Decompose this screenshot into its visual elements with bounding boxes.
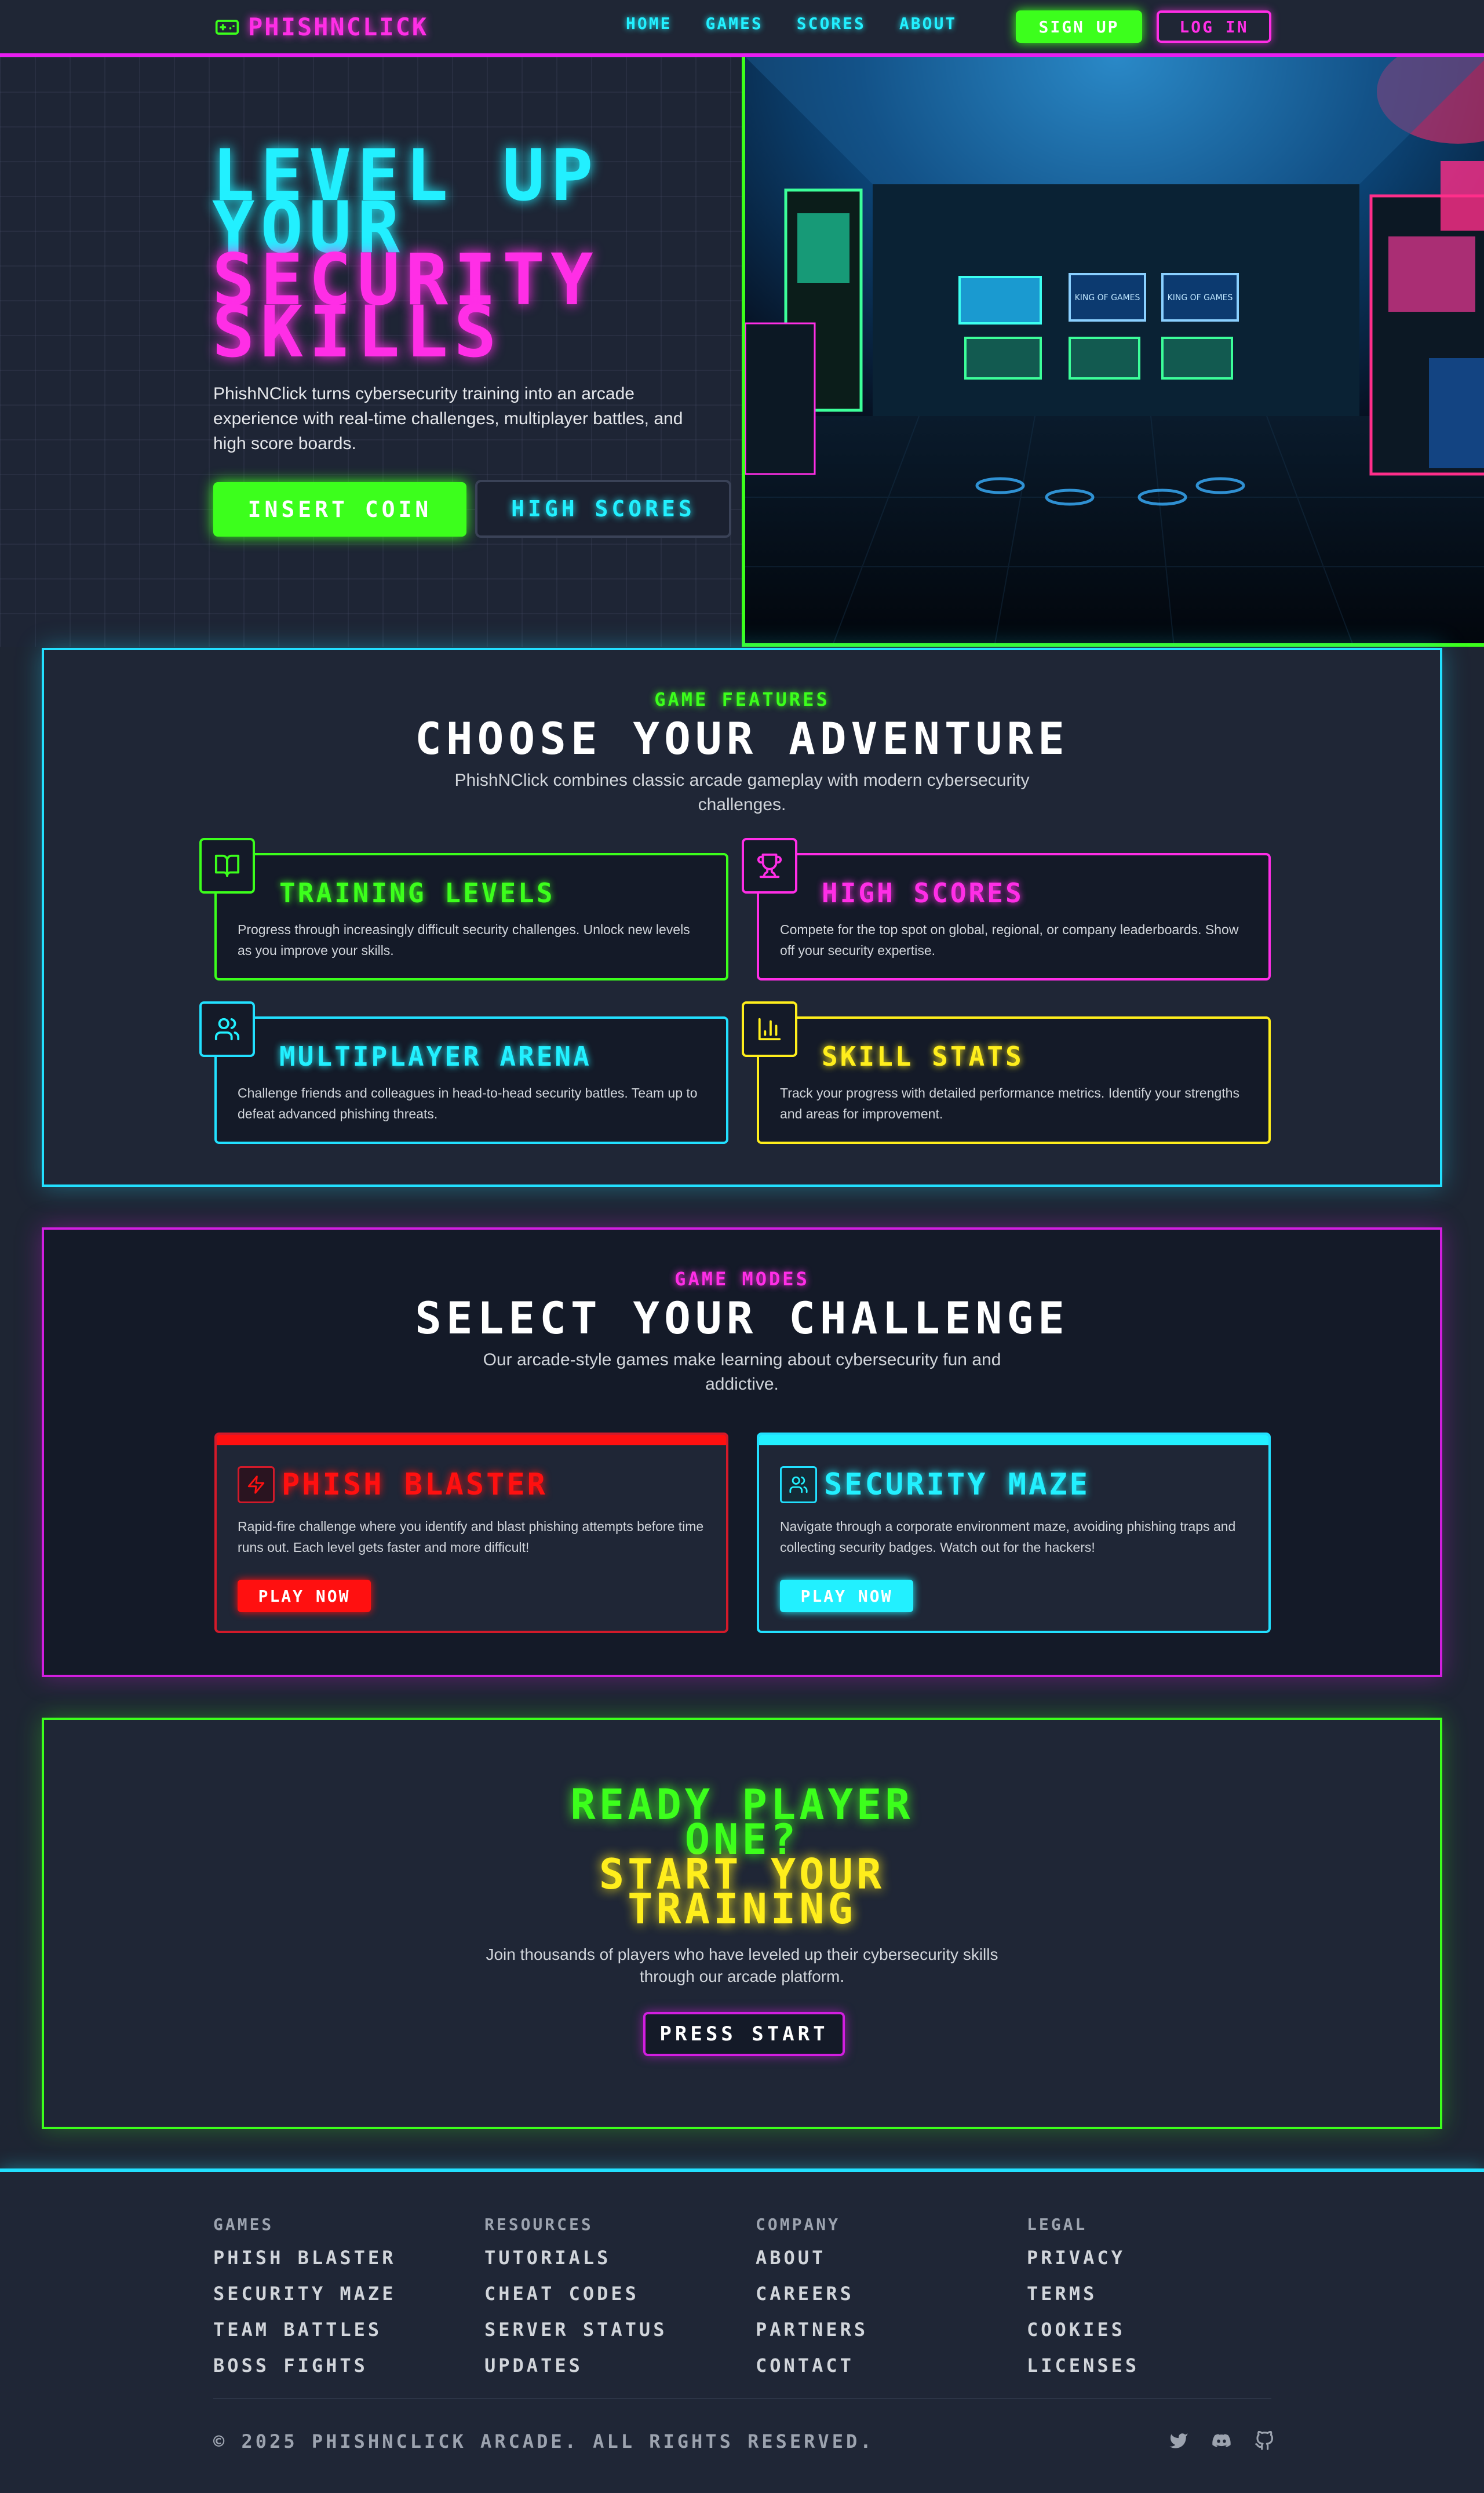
sign-up-button[interactable]: SIGN UP [1016, 10, 1142, 43]
feature-card-text: Challenge friends and colleagues in head… [238, 1085, 698, 1121]
nav-links: HOME GAMES SCORES ABOUT [626, 14, 990, 33]
arcade-room-illustration: KING OF GAMES KING OF GAMES [745, 57, 1484, 643]
log-in-button[interactable]: LOG IN [1157, 10, 1271, 43]
feature-card-skill-stats[interactable]: SKILL STATS Track your progress with det… [742, 1001, 1271, 1144]
cta-title-line: TRAINING [628, 1885, 856, 1933]
discord-icon[interactable] [1210, 2429, 1233, 2452]
game-text: Navigate through a corporate environment… [780, 1519, 1236, 1555]
feature-card-training[interactable]: TRAINING LEVELS Progress through increas… [199, 838, 728, 981]
cta-section: READY PLAYER ONE? START YOUR TRAINING Jo… [42, 1718, 1442, 2129]
feature-card-icon-wrap [199, 838, 255, 894]
footer-link[interactable]: PARTNERS [756, 2319, 868, 2341]
game-card-accent-bar [759, 1435, 1268, 1445]
footer-link[interactable]: SERVER STATUS [484, 2319, 667, 2341]
game-title: SECURITY MAZE [824, 1467, 1090, 1502]
feature-card-title: MULTIPLAYER ARENA [279, 1041, 592, 1072]
footer-heading: LEGAL [1027, 2215, 1088, 2234]
footer-column-games: GAMES PHISH BLASTER SECURITY MAZE TEAM B… [213, 2215, 396, 2390]
users-icon [214, 1018, 240, 1041]
github-icon[interactable] [1253, 2429, 1276, 2452]
users-icon [789, 1476, 808, 1493]
footer-link[interactable]: TEAM BATTLES [213, 2319, 396, 2341]
play-now-button[interactable]: PLAY NOW [780, 1580, 913, 1612]
footer-column-resources: RESOURCES TUTORIALS CHEAT CODES SERVER S… [484, 2215, 667, 2390]
footer-link[interactable]: COOKIES [1027, 2319, 1139, 2341]
lightning-icon [247, 1475, 265, 1494]
logo-text: PhishNClick [248, 13, 429, 41]
modes-eyebrow: GAME MODES [674, 1268, 810, 1290]
footer-link[interactable]: BOSS FIGHTS [213, 2354, 396, 2377]
footer-divider [213, 2398, 1271, 2399]
footer-link[interactable]: TERMS [1027, 2283, 1139, 2305]
modes-title: SELECT YOUR CHALLENGE [415, 1292, 1069, 1344]
hero-description: PhishNClick turns cybersecurity training… [213, 384, 683, 453]
feature-card-text: Compete for the top spot on global, regi… [780, 922, 1239, 958]
feature-card-text: Track your progress with detailed perfor… [780, 1085, 1239, 1121]
footer-link[interactable]: TUTORIALS [484, 2247, 667, 2269]
hero-title-line: SKILLS [212, 291, 502, 373]
feature-card-title: HIGH SCORES [822, 877, 1024, 909]
screen-label: KING OF GAMES [1168, 293, 1233, 302]
footer-heading: GAMES [213, 2215, 274, 2234]
twitter-icon[interactable] [1167, 2429, 1190, 2452]
insert-coin-button[interactable]: INSERT COIN [213, 482, 466, 537]
arcade-room-image: KING OF GAMES KING OF GAMES [742, 57, 1484, 647]
gamepad-icon [215, 19, 239, 35]
feature-card-icon-wrap [742, 838, 797, 894]
logo[interactable]: PhishNClick [214, 13, 428, 41]
copyright: © 2025 PHISHNCLICK ARCADE. ALL RIGHTS RE… [213, 2430, 874, 2452]
feature-card-title: SKILL STATS [822, 1041, 1024, 1072]
cta-description: Join thousands of players who have level… [486, 1945, 998, 1985]
footer-link[interactable]: LICENSES [1027, 2354, 1139, 2377]
feature-card-icon-wrap [742, 1001, 797, 1057]
feature-card-high-scores[interactable]: HIGH SCORES Compete for the top spot on … [742, 838, 1271, 981]
feature-card-title: TRAINING LEVELS [279, 877, 555, 909]
game-icon-wrap [238, 1466, 275, 1503]
high-scores-button[interactable]: HIGH SCORES [475, 480, 731, 538]
footer-heading: RESOURCES [484, 2215, 593, 2234]
footer-column-legal: LEGAL PRIVACY TERMS COOKIES LICENSES [1027, 2215, 1139, 2390]
features-eyebrow: GAME FEATURES [654, 688, 830, 710]
game-card-security-maze[interactable]: SECURITY MAZE Navigate through a corpora… [757, 1433, 1271, 1633]
feature-card-text: Progress through increasingly difficult … [238, 922, 690, 958]
nav-link-home[interactable]: HOME [626, 14, 672, 33]
footer-link[interactable]: PRIVACY [1027, 2247, 1139, 2269]
screen-label: KING OF GAMES [1075, 293, 1140, 302]
footer: GAMES PHISH BLASTER SECURITY MAZE TEAM B… [0, 2168, 1484, 2493]
game-icon-wrap [780, 1466, 817, 1503]
top-nav: PhishNClick HOME GAMES SCORES ABOUT SIGN… [0, 0, 1484, 57]
feature-card-multiplayer[interactable]: MULTIPLAYER ARENA Challenge friends and … [199, 1001, 728, 1144]
feature-card-icon-wrap [199, 1001, 255, 1057]
game-title: PHISH BLASTER [282, 1467, 548, 1502]
modes-description: Our arcade-style games make learning abo… [483, 1350, 1001, 1394]
footer-heading: COMPANY [756, 2215, 841, 2234]
hero-section: LEVEL UP YOUR SECURITY SKILLS PhishNClic… [0, 57, 743, 647]
bar-chart-icon [758, 1018, 781, 1041]
footer-link[interactable]: UPDATES [484, 2354, 667, 2377]
hero-title: LEVEL UP YOUR SECURITY SKILLS [212, 140, 734, 373]
trophy-icon [757, 853, 782, 879]
game-text: Rapid-fire challenge where you identify … [238, 1519, 704, 1555]
book-open-icon [214, 854, 240, 877]
nav-link-scores[interactable]: SCORES [797, 14, 866, 33]
social-links [1167, 2429, 1276, 2452]
game-card-phish-blaster[interactable]: PHISH BLASTER Rapid-fire challenge where… [214, 1433, 728, 1633]
footer-link[interactable]: ABOUT [756, 2247, 868, 2269]
footer-link[interactable]: PHISH BLASTER [213, 2247, 396, 2269]
features-title: CHOOSE YOUR ADVENTURE [415, 713, 1069, 764]
game-modes-section: GAME MODES SELECT YOUR CHALLENGE Our arc… [42, 1227, 1442, 1677]
footer-link[interactable]: CHEAT CODES [484, 2283, 667, 2305]
nav-link-about[interactable]: ABOUT [899, 14, 957, 33]
footer-link[interactable]: SECURITY MAZE [213, 2283, 396, 2305]
features-section: GAME FEATURES CHOOSE YOUR ADVENTURE Phis… [42, 648, 1442, 1187]
nav-link-games[interactable]: GAMES [705, 14, 763, 33]
footer-link[interactable]: CAREERS [756, 2283, 868, 2305]
features-description: PhishNClick combines classic arcade game… [454, 771, 1030, 814]
play-now-button[interactable]: PLAY NOW [238, 1580, 371, 1612]
footer-column-company: COMPANY ABOUT CAREERS PARTNERS CONTACT [756, 2215, 868, 2390]
game-card-accent-bar [217, 1435, 726, 1445]
press-start-button[interactable]: PRESS START [643, 2012, 845, 2056]
footer-link[interactable]: CONTACT [756, 2354, 868, 2377]
